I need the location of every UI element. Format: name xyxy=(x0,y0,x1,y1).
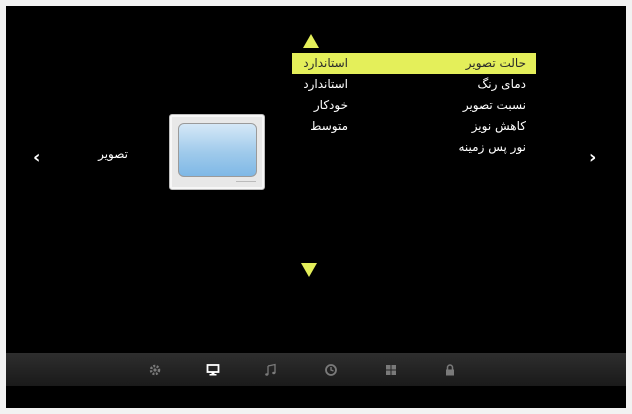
settings-gear-icon[interactable] xyxy=(148,363,162,377)
section-title: تصویر xyxy=(98,147,128,161)
lock-icon[interactable] xyxy=(443,363,457,377)
menu-item-value: استاندارد xyxy=(303,77,348,91)
menu-item-backlight[interactable]: نور پس زمینه xyxy=(292,137,536,158)
sound-note-icon[interactable] xyxy=(264,363,278,377)
picture-settings-menu: حالت تصویر استاندارد دمای رنگ استاندارد … xyxy=(292,53,536,158)
tv-screen-graphic xyxy=(178,123,257,177)
menu-item-color-temperature[interactable]: دمای رنگ استاندارد xyxy=(292,74,536,95)
menu-item-label: حالت تصویر xyxy=(465,56,526,70)
time-clock-icon[interactable] xyxy=(324,363,338,377)
menu-item-aspect-ratio[interactable]: نسبت تصویر خودکار xyxy=(292,95,536,116)
scroll-up-arrow-icon[interactable] xyxy=(303,34,319,48)
menu-item-value: استاندارد xyxy=(303,56,348,70)
picture-monitor-icon[interactable] xyxy=(206,363,220,377)
previous-section-icon[interactable]: ‹ xyxy=(33,147,40,168)
next-section-icon[interactable]: › xyxy=(589,147,596,168)
menu-item-noise-reduction[interactable]: کاهش نویز متوسط xyxy=(292,116,536,137)
picture-tv-icon xyxy=(169,114,265,190)
menu-item-label: دمای رنگ xyxy=(477,77,526,91)
apps-grid-icon[interactable] xyxy=(384,363,398,377)
menu-item-value: متوسط xyxy=(310,119,348,133)
menu-item-value: خودکار xyxy=(313,98,348,112)
tv-knobs-graphic xyxy=(236,181,256,185)
scroll-down-arrow-icon[interactable] xyxy=(301,263,317,277)
bottom-category-bar xyxy=(6,353,626,386)
menu-item-label: کاهش نویز xyxy=(471,119,526,133)
menu-item-picture-mode[interactable]: حالت تصویر استاندارد xyxy=(292,53,536,74)
menu-item-label: نور پس زمینه xyxy=(458,140,527,154)
menu-item-label: نسبت تصویر xyxy=(462,98,526,112)
